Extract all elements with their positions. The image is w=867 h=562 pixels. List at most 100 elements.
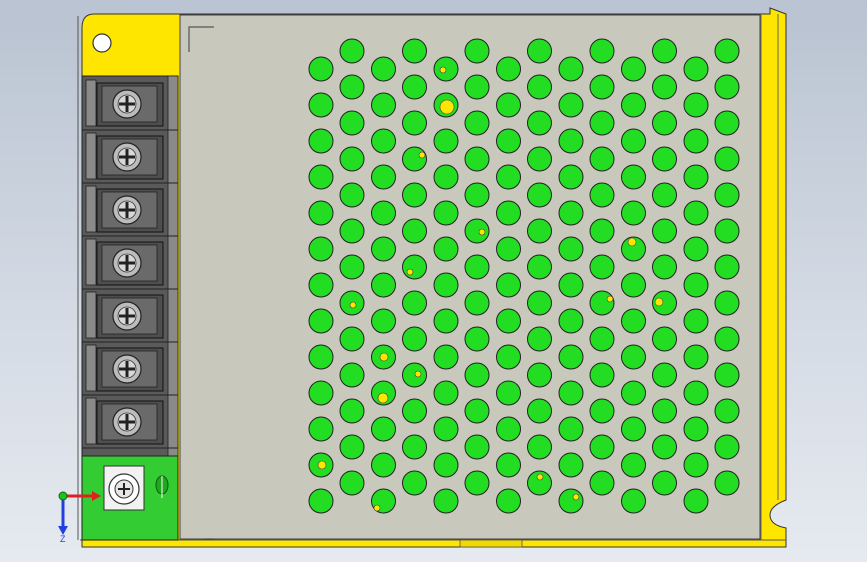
vent-hole [339,470,365,496]
vent-hole [464,146,490,172]
internal-component [379,352,389,362]
vent-hole [683,452,709,478]
vent-hole [433,308,459,334]
vent-hole [464,290,490,316]
vent-hole [433,200,459,226]
vent-hole [339,434,365,460]
vent-hole [714,326,740,352]
vent-hole [683,416,709,442]
vent-hole [714,254,740,280]
vent-hole [496,128,521,154]
vent-hole [339,398,365,424]
vent-hole [339,74,365,100]
internal-component [606,295,614,303]
cad-viewport[interactable]: Z [0,0,867,562]
vent-hole [527,182,552,208]
vent-hole [558,92,584,118]
vent-hole [496,56,521,82]
vent-hole [652,398,677,424]
vent-hole [621,344,646,370]
vent-hole [308,416,334,442]
vent-hole [496,344,521,370]
vent-hole [683,308,709,334]
vent-hole [339,110,365,136]
cad-model-view[interactable]: Z [0,0,867,562]
vent-hole [402,38,427,64]
vent-hole [402,290,427,316]
vent-hole [433,236,459,262]
vent-hole [527,398,552,424]
vent-hole [652,182,677,208]
vent-hole [464,326,490,352]
vent-hole [402,182,427,208]
vent-hole [339,254,365,280]
vent-hole [402,434,427,460]
terminal-divider [85,397,97,445]
vent-hole [339,218,365,244]
vent-hole [714,362,740,388]
vent-hole [527,110,552,136]
vent-hole [714,182,740,208]
vent-hole [652,38,677,64]
vent-hole [402,146,427,172]
vent-hole [714,434,740,460]
internal-component [317,460,327,470]
vent-hole [402,398,427,424]
vent-hole [308,200,334,226]
vent-hole [683,92,709,118]
vent-hole [527,290,552,316]
vent-hole [496,488,521,514]
vent-hole [683,488,709,514]
vent-hole [621,56,646,82]
vent-hole [527,218,552,244]
mounting-hole[interactable] [92,33,112,53]
vent-hole [496,380,521,406]
vent-hole [621,200,646,226]
vent-hole [433,128,459,154]
vent-hole [589,290,615,316]
terminal-divider [85,238,97,286]
vent-hole [308,344,334,370]
vent-hole [621,308,646,334]
vent-hole [527,254,552,280]
vent-hole [683,236,709,262]
vent-hole [308,308,334,334]
terminal-divider [85,291,97,339]
vent-hole [496,236,521,262]
vent-hole [683,164,709,190]
terminal-block[interactable] [81,75,179,457]
vent-hole [402,218,427,244]
vent-hole [558,272,584,298]
vent-hole [433,416,459,442]
internal-component [377,392,389,404]
vent-hole [527,74,552,100]
vent-hole [371,308,396,334]
vent-hole [402,362,427,388]
vent-hole [433,488,459,514]
vent-hole [308,164,334,190]
vent-hole [558,344,584,370]
triad-z-label: Z [60,534,66,544]
vent-hole [339,326,365,352]
vent-hole [433,272,459,298]
cover-plate[interactable] [179,14,761,540]
vent-hole [308,92,334,118]
internal-component [439,99,455,115]
vent-hole [714,470,740,496]
vent-hole [683,380,709,406]
vent-hole [308,272,334,298]
vent-hole [652,434,677,460]
vent-hole [339,362,365,388]
housing-bottom-tab [459,539,523,548]
vent-hole [558,452,584,478]
vent-hole [621,92,646,118]
vent-hole [371,164,396,190]
internal-component [478,228,486,236]
vent-hole [402,254,427,280]
vent-hole [371,236,396,262]
vent-hole [371,56,396,82]
vent-hole [652,146,677,172]
vent-hole [589,218,615,244]
vent-hole [683,272,709,298]
vent-hole [496,452,521,478]
